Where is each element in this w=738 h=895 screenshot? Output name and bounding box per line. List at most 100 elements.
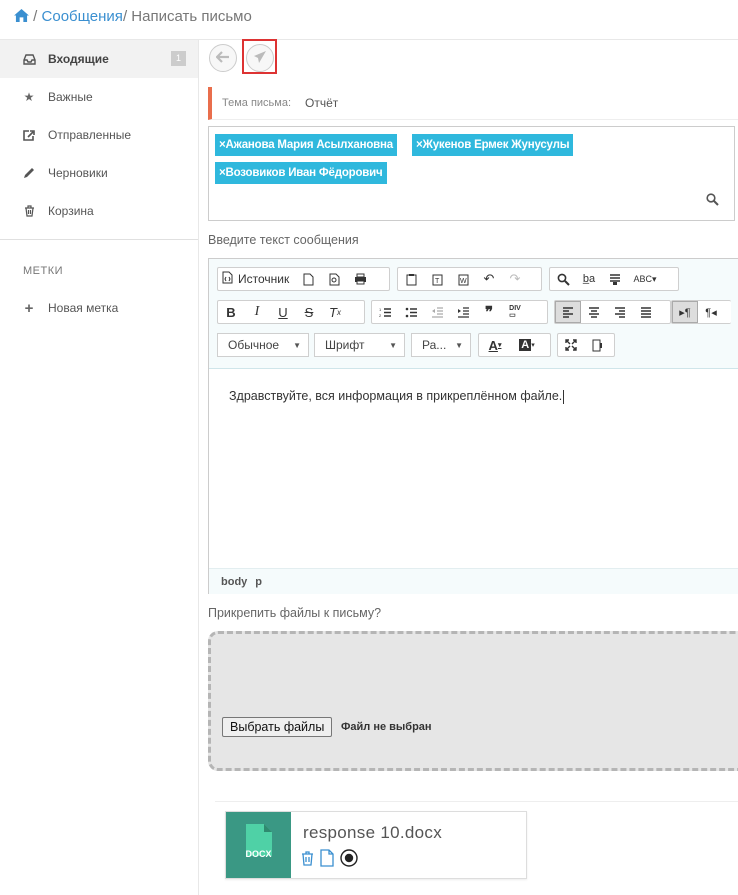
new-label-link[interactable]: + Новая метка: [0, 289, 198, 327]
file-type-label: DOCX: [245, 849, 271, 859]
numbered-list-icon[interactable]: 12: [372, 301, 398, 323]
strikethrough-icon[interactable]: S: [296, 301, 322, 323]
subject-field[interactable]: Тема письма: Отчёт: [208, 87, 738, 120]
document-group: Источник: [217, 267, 390, 291]
breadcrumb-separator: /: [33, 8, 38, 25]
format-select[interactable]: Обычное ▼: [217, 333, 309, 357]
redo-icon[interactable]: ↷: [502, 268, 528, 290]
text-color-icon[interactable]: A ▾: [479, 334, 511, 356]
path-body[interactable]: body: [221, 576, 247, 588]
align-right-icon[interactable]: [607, 301, 633, 323]
find-icon[interactable]: [550, 268, 576, 290]
justify-icon[interactable]: [633, 301, 659, 323]
subject-value[interactable]: Отчёт: [305, 96, 338, 110]
attachment-card: DOCX response 10.docx: [225, 811, 527, 879]
new-label-text: Новая метка: [48, 301, 119, 315]
tools-group: [557, 333, 615, 357]
undo-icon[interactable]: ↶: [476, 268, 502, 290]
bulleted-list-icon[interactable]: [398, 301, 424, 323]
recipient-tag: ×Возовиков Иван Фёдорович: [215, 162, 387, 184]
paste-text-icon[interactable]: T: [424, 268, 450, 290]
sidebar: Входящие 1 ★ Важные Отправленные Чернови…: [0, 40, 199, 895]
italic-icon[interactable]: I: [244, 301, 270, 323]
ltr-icon[interactable]: ▸¶: [672, 301, 698, 323]
delete-attachment-icon[interactable]: [301, 850, 314, 869]
trash-icon: [22, 205, 36, 217]
recipients-field[interactable]: ×Ажанова Мария Асылхановна ×Жукенов Ерме…: [208, 126, 735, 221]
select-attachment-radio[interactable]: [340, 849, 358, 870]
view-attachment-icon[interactable]: [320, 849, 334, 870]
new-page-icon[interactable]: [295, 268, 321, 290]
show-blocks-icon[interactable]: [584, 334, 610, 356]
choose-files-button[interactable]: Выбрать файлы: [222, 717, 333, 737]
indent-icon[interactable]: [450, 301, 476, 323]
editor-toolbar: Источник T W ↶ ↷ b̲a ABC▾ B I U S Tx 1 2…: [209, 259, 738, 369]
pencil-icon: [22, 167, 36, 179]
remove-format-icon[interactable]: Tx: [322, 301, 348, 323]
breadcrumb-messages-link[interactable]: Сообщения: [42, 8, 123, 25]
labels-heading: МЕТКИ: [23, 265, 64, 277]
source-button[interactable]: Источник: [218, 268, 295, 290]
sidebar-item-label: Черновики: [48, 166, 108, 180]
paste-word-icon[interactable]: W: [450, 268, 476, 290]
blockquote-icon[interactable]: ❞: [476, 301, 502, 323]
sidebar-item-label: Корзина: [48, 204, 94, 218]
chevron-down-icon: ▼: [293, 340, 301, 350]
home-icon[interactable]: [14, 8, 33, 25]
sidebar-item-important[interactable]: ★ Важные: [0, 78, 198, 116]
create-div-icon[interactable]: DIV ▭: [502, 301, 528, 323]
sidebar-item-inbox[interactable]: Входящие 1: [0, 40, 198, 78]
underline-icon[interactable]: U: [270, 301, 296, 323]
svg-text:T: T: [435, 278, 440, 285]
sidebar-item-sent[interactable]: Отправленные: [0, 116, 198, 154]
share-icon: [22, 129, 36, 141]
sidebar-item-label: Отправленные: [48, 128, 132, 142]
colors-group: A ▾ A ▾: [478, 333, 551, 357]
breadcrumb: / Сообщения/ Написать письмо: [14, 8, 252, 25]
paste-icon[interactable]: [398, 268, 424, 290]
docx-file-icon: DOCX: [226, 812, 291, 878]
sidebar-item-drafts[interactable]: Черновики: [0, 154, 198, 192]
editing-group: b̲a ABC▾: [549, 267, 679, 291]
chevron-down-icon: ▼: [455, 340, 463, 350]
outdent-icon[interactable]: [424, 301, 450, 323]
rich-text-editor: Источник T W ↶ ↷ b̲a ABC▾ B I U S Tx 1 2…: [208, 258, 738, 594]
size-select[interactable]: Ра... ▼: [411, 333, 471, 357]
background-color-icon[interactable]: A ▾: [511, 334, 543, 356]
file-dropzone[interactable]: Выбрать файлы Файл не выбран: [208, 631, 738, 771]
search-icon[interactable]: [706, 193, 719, 209]
svg-text:W: W: [460, 278, 467, 285]
text-caret: [563, 389, 565, 404]
bold-icon[interactable]: B: [218, 301, 244, 323]
recipient-tag: ×Ажанова Мария Асылхановна: [215, 134, 397, 156]
sidebar-item-trash[interactable]: Корзина: [0, 192, 198, 230]
path-p[interactable]: p: [255, 576, 262, 588]
svg-text:1: 1: [379, 307, 382, 312]
send-icon: [253, 50, 267, 67]
align-left-icon[interactable]: [555, 301, 581, 323]
rtl-icon[interactable]: ¶◂: [698, 301, 724, 323]
inbox-icon: [22, 53, 36, 65]
attachment-actions: [301, 849, 358, 870]
select-all-icon[interactable]: [602, 268, 628, 290]
replace-icon[interactable]: b̲a: [576, 268, 602, 290]
maximize-icon[interactable]: [558, 334, 584, 356]
paragraph-group: 12 ❞ DIV ▭: [371, 300, 548, 324]
plus-icon: +: [24, 299, 34, 317]
subject-label: Тема письма:: [222, 97, 292, 109]
back-button[interactable]: [209, 44, 237, 72]
basic-styles-group: B I U S Tx: [217, 300, 365, 324]
preview-icon[interactable]: [321, 268, 347, 290]
print-icon[interactable]: [347, 268, 373, 290]
send-button[interactable]: [246, 44, 274, 72]
font-select[interactable]: Шрифт ▼: [314, 333, 405, 357]
source-icon: [222, 271, 233, 287]
arrow-left-icon: [215, 50, 230, 66]
spellcheck-icon[interactable]: ABC▾: [628, 268, 662, 290]
align-center-icon[interactable]: [581, 301, 607, 323]
breadcrumb-current: Написать письмо: [131, 8, 252, 25]
sidebar-item-label: Важные: [48, 90, 93, 104]
message-text-label: Введите текст сообщения: [208, 233, 359, 247]
editor-content[interactable]: Здравствуйте, вся информация в прикреплё…: [229, 389, 565, 404]
clipboard-group: T W ↶ ↷: [397, 267, 542, 291]
